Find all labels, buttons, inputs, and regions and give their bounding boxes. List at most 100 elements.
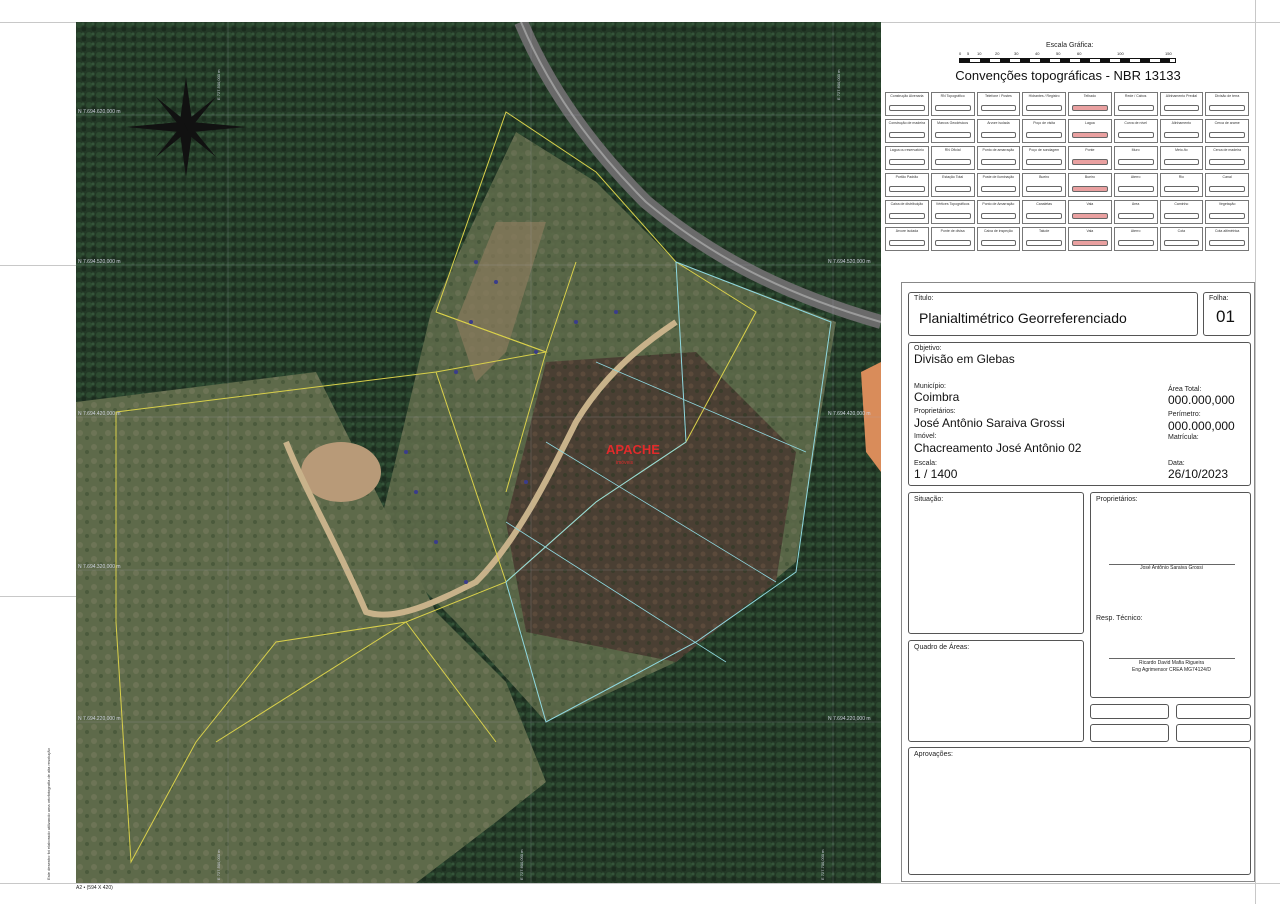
legend-symbol-label: Muro <box>1131 148 1140 152</box>
legend-symbol-cell: Construção de madeira <box>885 119 929 143</box>
legend-symbol-cell: Talude <box>1022 227 1066 251</box>
quadro-areas-box: Quadro de Áreas: <box>908 640 1084 742</box>
legend-symbol-label: Poste de iluminação <box>982 175 1015 179</box>
legend-symbol-label: Aterro <box>1130 175 1141 179</box>
blank-field <box>1176 704 1251 719</box>
quadro-label: Quadro de Áreas: <box>914 644 970 651</box>
legend-symbol-label: Rede / Cabos <box>1124 94 1147 98</box>
imovel-value: Chacreamento José Antônio 02 <box>914 441 1082 455</box>
watermark-sub: imóveis <box>616 460 633 466</box>
escala-label: Escala: <box>914 460 937 467</box>
legend-symbol-cell: Telefone / Postes <box>976 92 1021 116</box>
legend-symbol-label: Construção Alvenaria <box>890 94 924 98</box>
grid-label: N 7.694.320,000 m <box>78 564 121 570</box>
legend-symbol-label: Caminho <box>1174 202 1189 206</box>
legend-symbol-cell: Vala <box>1068 200 1112 224</box>
legend-symbol-cell: Poço de visita <box>1022 119 1066 143</box>
legend-symbol-icon <box>1117 213 1154 219</box>
legend-symbol-cell: Poço de sondagem <box>1022 146 1066 170</box>
legend-symbol-icon <box>1209 105 1245 111</box>
legend-symbol-icon <box>1209 240 1245 246</box>
matricula-label: Matrícula: <box>1168 434 1199 441</box>
legend-symbol-icon <box>1117 240 1154 246</box>
legend-symbol-cell: Vegetação <box>1205 200 1249 224</box>
info-box: Objetivo: Divisão em Glebas Município: C… <box>908 342 1251 486</box>
scale-bar <box>959 58 1176 63</box>
proprietarios-box: Proprietários: José Antônio Saraiva Gros… <box>1090 492 1251 698</box>
legend-symbol-icon <box>1117 159 1154 165</box>
legend-symbol-icon <box>1163 132 1200 138</box>
folha-box: Folha: 01 <box>1203 292 1251 336</box>
data-value: 26/10/2023 <box>1168 467 1229 481</box>
legend-symbol-label: Talude <box>1038 229 1050 233</box>
grid-label: N 7.694.220,000 m <box>828 716 871 722</box>
aerial-map[interactable]: APACHE imóveis N 7.694.620,000 m N 7.694… <box>76 22 881 883</box>
escala-value: 1 / 1400 <box>914 467 958 481</box>
objetivo-value: Divisão em Glebas <box>914 352 1015 366</box>
legend-symbol-label: Rio <box>1178 175 1184 179</box>
blank-field <box>1090 704 1169 719</box>
legend-symbol-cell: Vala <box>1068 227 1112 251</box>
legend-symbol-label: Caixa de distribuição <box>890 202 924 206</box>
legend-symbol-cell: Marcos Geodésicos <box>930 119 975 143</box>
proprietarios-signature: José Antônio Saraiva Grossi <box>1140 565 1203 571</box>
legend-symbol-label: Aterro <box>1130 229 1141 233</box>
grid-label: N 7.694.420,000 m <box>828 411 871 417</box>
legend-symbol-icon <box>1072 213 1108 219</box>
legend-symbol-label: Meio-fio <box>1175 148 1188 152</box>
legend-symbol-cell: Lagoa <box>1068 119 1112 143</box>
legend-symbol-cell: Caixa de inspeção <box>976 227 1021 251</box>
legend-symbol-icon <box>1072 159 1108 165</box>
legend-symbol-icon <box>934 213 971 219</box>
legend-symbol-icon <box>980 186 1017 192</box>
legend-symbol-label: Canal <box>1222 175 1232 179</box>
sheet-fold-line <box>0 265 76 266</box>
legend-symbol-label: Lagoa <box>1085 121 1095 125</box>
legend-symbol-cell: Telhado <box>1068 92 1112 116</box>
legend-symbol-cell: Caminho <box>1159 200 1204 224</box>
legend-symbol-label: Ponte <box>1085 148 1095 152</box>
titulo-label: Título: <box>914 295 934 302</box>
legend-symbol-icon <box>1026 159 1062 165</box>
legend-symbol-cell: Vértices Topográficos <box>930 200 975 224</box>
legend-symbol-icon <box>889 132 925 138</box>
legend-symbol-label: Árvore isolada <box>895 229 919 233</box>
legend-symbol-icon <box>1163 240 1200 246</box>
legend-symbol-label: Ponte de divisa <box>940 229 965 233</box>
legend-symbol-label: Lagoa ou reservatório <box>889 148 924 152</box>
legend-symbol-cell: Cerca de arame <box>1205 119 1249 143</box>
legend-symbol-cell: Divisão de terra <box>1205 92 1249 116</box>
titulo-value: Planialtimétrico Georreferenciado <box>919 310 1127 326</box>
legend-symbol-label: RN Topográfico <box>940 94 965 98</box>
legend-symbol-cell: Curva de nível <box>1113 119 1158 143</box>
legend-symbol-icon <box>1209 186 1245 192</box>
legend-symbol-icon <box>980 105 1017 111</box>
watermark-logo: APACHE <box>606 442 660 457</box>
legend-symbol-cell: Rede / Cabos <box>1113 92 1158 116</box>
legend-symbol-icon <box>1026 132 1062 138</box>
legend-symbol-label: Vegetação <box>1218 202 1236 206</box>
grid-label: N 7.694.520,000 m <box>78 259 121 265</box>
folha-label: Folha: <box>1209 295 1229 302</box>
legend-symbol-cell: RN Oficial <box>930 146 975 170</box>
blank-field <box>1090 724 1169 742</box>
legend-symbol-cell: Alinhamento Predial <box>1159 92 1204 116</box>
municipio-value: Coimbra <box>914 390 960 404</box>
aprovacoes-box: Aprovações: <box>908 747 1251 875</box>
legend-symbol-label: Cerca de madeira <box>1213 148 1242 152</box>
legend-symbol-label: Telhado <box>1083 94 1096 98</box>
resp-name: Ricardo David Mafia Rigueira <box>1138 660 1205 666</box>
legend-symbol-icon <box>1163 159 1200 165</box>
legend-symbol-icon <box>889 240 925 246</box>
legend-symbol-cell: Rio <box>1159 173 1204 197</box>
legend-symbol-icon <box>1026 213 1062 219</box>
grid-label: N 7.694.520,000 m <box>828 259 871 265</box>
legend-symbol-icon <box>934 105 971 111</box>
grid-label-bottom: E 727.600,000 m <box>519 849 524 880</box>
signature-line <box>1109 658 1235 659</box>
legend-symbol-cell: Poste de iluminação <box>976 173 1021 197</box>
legend-symbol-label: Bueiro <box>1084 175 1095 179</box>
legend-symbol-icon <box>1163 186 1200 192</box>
legend-symbol-label: Divisão de terra <box>1214 94 1240 98</box>
legend-symbol-label: Vala <box>1086 202 1094 206</box>
